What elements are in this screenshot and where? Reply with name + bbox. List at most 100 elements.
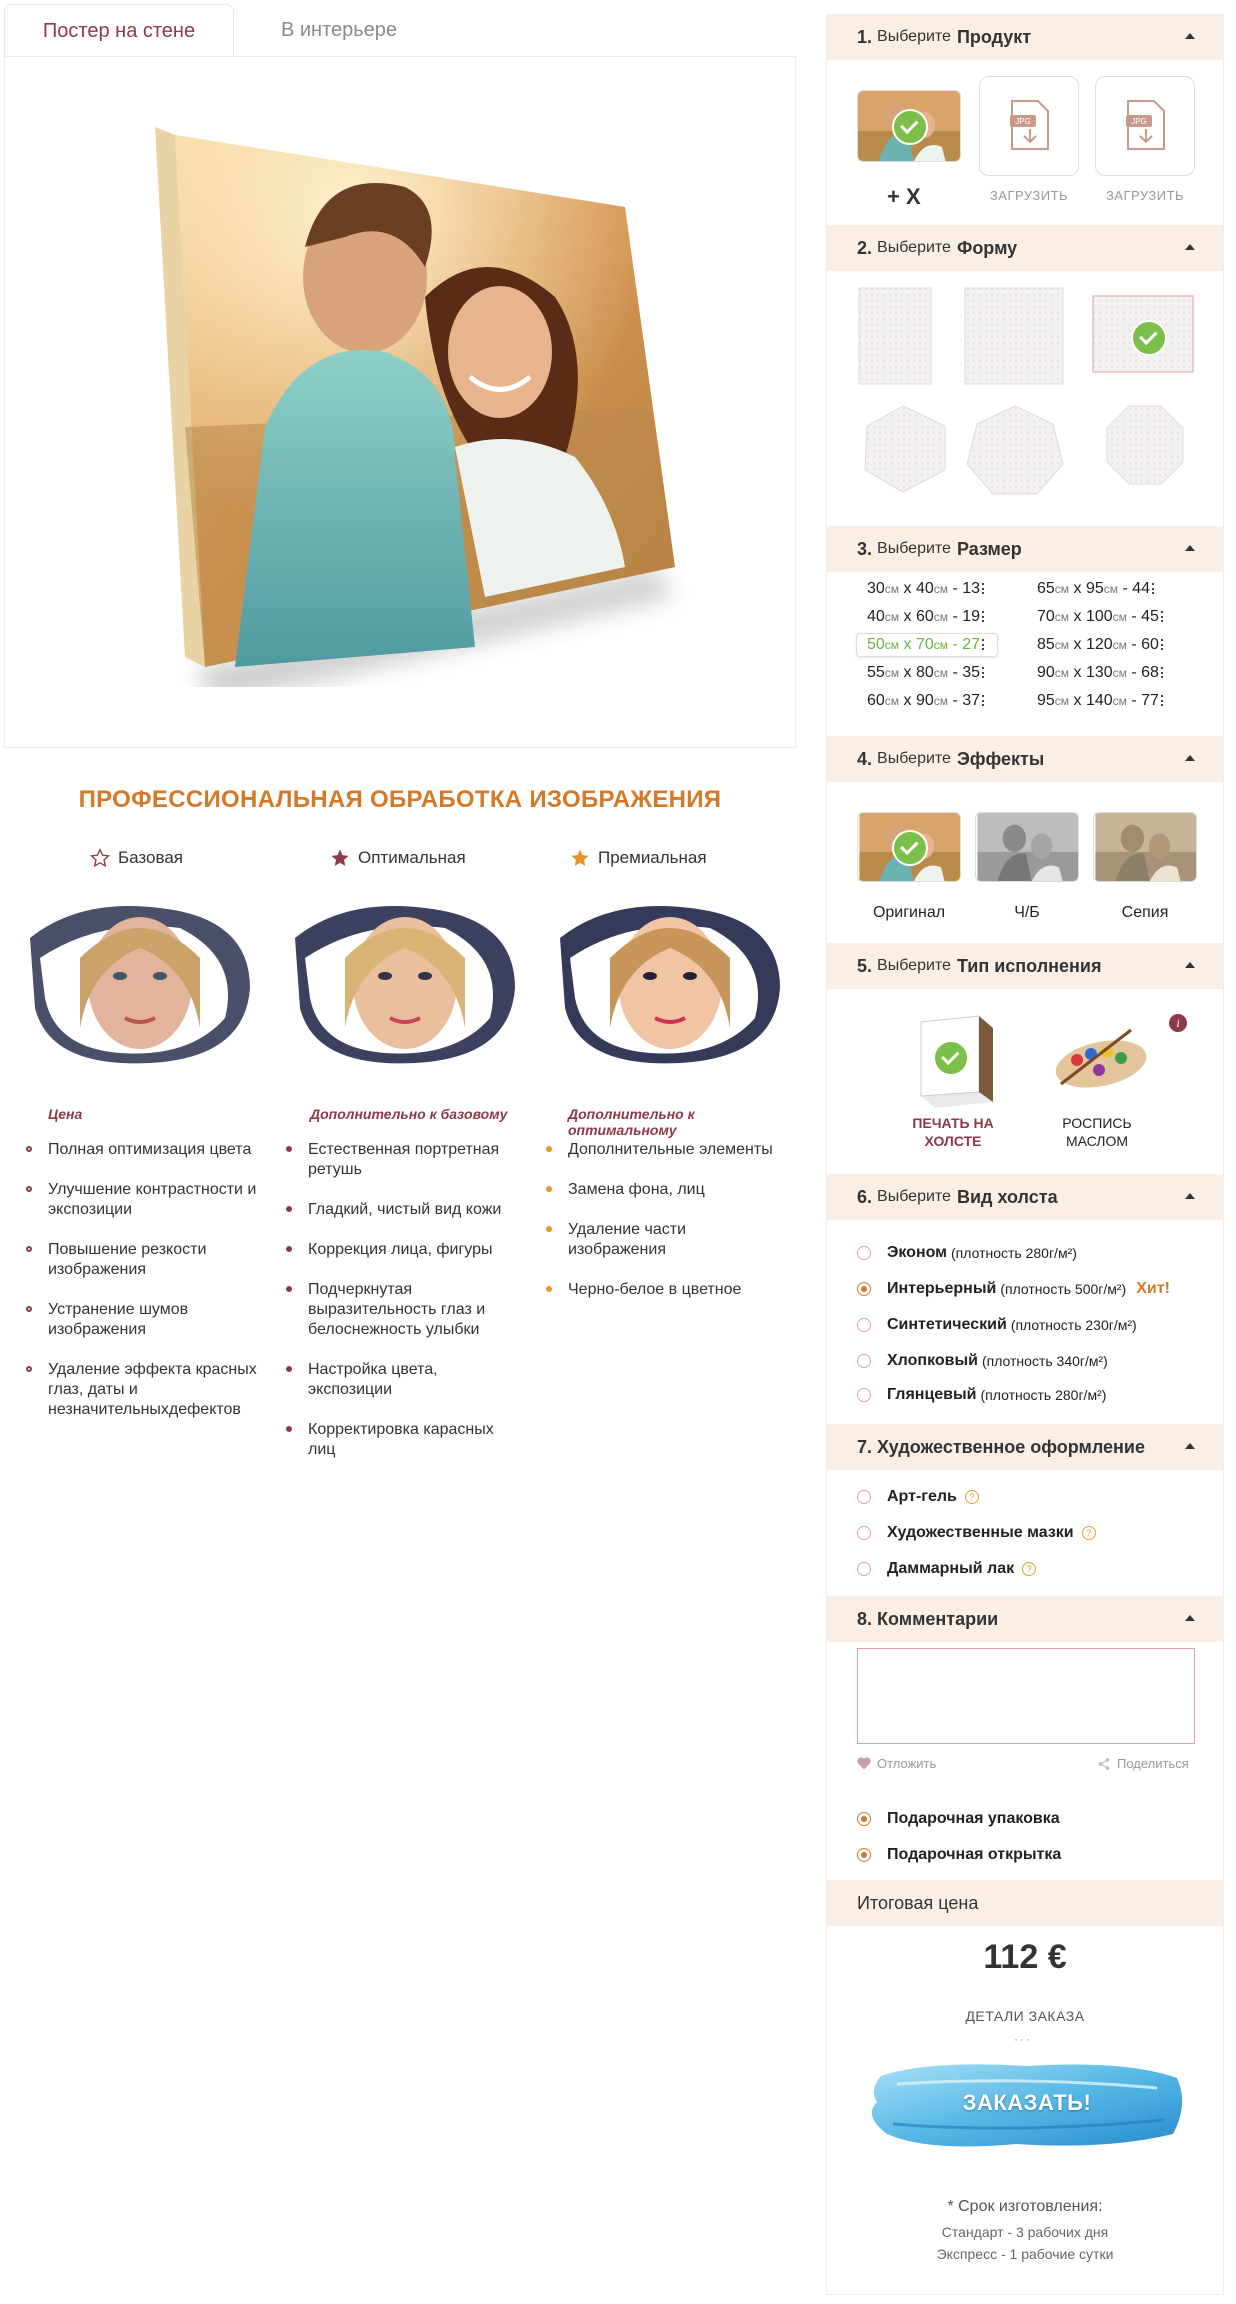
order-button[interactable]: ЗАКАЗАТЬ!: [867, 2054, 1187, 2154]
gift-card-option[interactable]: Подарочная открытка: [857, 1846, 1061, 1864]
canvas-option-interior[interactable]: Интерьерный (плотность 500г/м²) Хит!: [857, 1280, 1170, 1298]
size-option[interactable]: 50см x 70см - 27: [856, 633, 999, 657]
type-oil-painting-label[interactable]: РОСПИСЬ МАСЛОМ: [1037, 1114, 1157, 1150]
section-title: Эффекты: [956, 748, 1045, 769]
radio-button-selected[interactable]: [857, 1812, 871, 1826]
size-part: см: [1112, 610, 1127, 624]
radio-button[interactable]: [857, 1318, 871, 1332]
size-part: см: [1054, 610, 1070, 624]
size-option[interactable]: 40см x 60см - 19: [867, 608, 987, 626]
collapse-caret-icon[interactable]: [1185, 755, 1195, 761]
share-link[interactable]: Поделиться: [1097, 1756, 1189, 1771]
selected-check-icon: [933, 1040, 969, 1076]
section-comments-header[interactable]: 8. Комментарии: [827, 1596, 1223, 1642]
face-premium-image: [560, 906, 780, 1064]
section-number: 1.: [857, 26, 873, 47]
size-option[interactable]: 60см x 90см - 37: [867, 692, 987, 710]
radio-button[interactable]: [857, 1388, 871, 1402]
comment-textarea[interactable]: [857, 1648, 1195, 1744]
help-icon[interactable]: ?: [1081, 1526, 1096, 1540]
section-prefix: Выберите: [877, 239, 951, 256]
oil-palette-icon[interactable]: [1051, 1024, 1151, 1094]
canvas-option-glossy[interactable]: Глянцевый (плотность 280г/м²): [857, 1386, 1106, 1404]
size-part: -: [1131, 636, 1137, 653]
type-canvas-print-label[interactable]: ПЕЧАТЬ НА ХОЛСТЕ: [883, 1114, 1023, 1150]
collapse-caret-icon[interactable]: [1185, 1615, 1195, 1621]
radio-button[interactable]: [857, 1562, 871, 1576]
radio-button[interactable]: [857, 1354, 871, 1368]
size-part: см: [1054, 582, 1070, 596]
list-item: Удаление эффекта красных глаз, даты и не…: [20, 1360, 260, 1420]
size-part: -: [952, 608, 958, 625]
effect-bw-thumb[interactable]: [975, 812, 1079, 882]
selected-check-icon: [892, 830, 928, 866]
section-artistic-header[interactable]: 7. Художественное оформление: [827, 1424, 1223, 1470]
radio-button[interactable]: [857, 1526, 871, 1540]
section-size-header[interactable]: 3. Выберите Размер: [827, 526, 1223, 572]
price-drop-icon: [1152, 583, 1157, 594]
artistic-option-varnish[interactable]: Даммарный лак ?: [857, 1560, 1037, 1578]
collapse-caret-icon[interactable]: [1185, 545, 1195, 551]
size-option[interactable]: 70см x 100см - 45: [1037, 608, 1166, 626]
size-option[interactable]: 30см x 40см - 13: [867, 580, 987, 598]
option-note: (плотность 280г/м²): [951, 1245, 1077, 1261]
section-product-header[interactable]: 1. Выберите Продукт: [827, 14, 1223, 60]
tab-poster[interactable]: Постер на стене: [4, 4, 234, 57]
section-canvas-header[interactable]: 6. Выберите Вид холста: [827, 1174, 1223, 1220]
option-name: Хлопковый: [887, 1352, 978, 1369]
collapse-caret-icon[interactable]: [1185, 1443, 1195, 1449]
help-icon[interactable]: ?: [964, 1490, 979, 1504]
section-type-header[interactable]: 5. Выберите Тип исполнения: [827, 943, 1223, 989]
product-thumb-selected[interactable]: [857, 90, 961, 162]
canvas-option-synthetic[interactable]: Синтетический (плотность 230г/м²): [857, 1316, 1137, 1334]
effect-original-thumb[interactable]: [857, 812, 961, 882]
list-item: Настройка цвета, экспозиции: [280, 1360, 520, 1400]
list-item: Улучшение контрастности и экспозиции: [20, 1180, 260, 1220]
price-drop-icon: [982, 583, 987, 594]
info-icon[interactable]: i: [1169, 1014, 1187, 1032]
upload-slot-1[interactable]: JPG: [979, 76, 1079, 176]
radio-button[interactable]: [857, 1246, 871, 1260]
price-drop-icon: [982, 667, 987, 678]
size-option[interactable]: 85см x 120см - 60: [1037, 636, 1166, 654]
radio-button-selected[interactable]: [857, 1282, 871, 1296]
size-option[interactable]: 95см x 140см - 77: [1037, 692, 1166, 710]
share-label: Поделиться: [1117, 1756, 1189, 1771]
upload-label-2[interactable]: ЗАГРУЗИТЬ: [1095, 188, 1195, 203]
size-option[interactable]: 65см x 95см - 44: [1037, 580, 1157, 598]
size-option[interactable]: 90см x 130см - 68: [1037, 664, 1166, 682]
upload-slot-2[interactable]: JPG: [1095, 76, 1195, 176]
size-part: 100: [1085, 608, 1113, 625]
canvas-option-cotton[interactable]: Хлопковый (плотность 340г/м²): [857, 1352, 1108, 1370]
section-effects-header[interactable]: 4. Выберите Эффекты: [827, 736, 1223, 782]
canvas-option-economy[interactable]: Эконом (плотность 280г/м²): [857, 1244, 1077, 1262]
artistic-option-artgel[interactable]: Арт-гель ?: [857, 1488, 979, 1506]
size-part: 65: [1037, 580, 1055, 597]
effect-sepia-thumb[interactable]: [1093, 812, 1197, 882]
radio-button-selected[interactable]: [857, 1848, 871, 1862]
size-part: 80: [915, 664, 934, 681]
tab-interior[interactable]: В интерьере: [244, 4, 434, 56]
size-part: 90: [915, 692, 934, 709]
list-item: Коррекция лица, фигуры: [280, 1240, 520, 1260]
tier-basic[interactable]: Базовая: [90, 848, 183, 868]
artistic-option-strokes[interactable]: Художественные мазки ?: [857, 1524, 1096, 1542]
section-prefix: Выберите: [877, 750, 951, 767]
order-details-link[interactable]: ДЕТАЛИ ЗАКАЗА: [827, 2008, 1223, 2024]
help-icon[interactable]: ?: [1022, 1562, 1037, 1576]
collapse-caret-icon[interactable]: [1185, 33, 1195, 39]
section-shape-header[interactable]: 2. Выберите Форму: [827, 225, 1223, 271]
radio-button[interactable]: [857, 1490, 871, 1504]
tier-premium[interactable]: Премиальная: [570, 848, 707, 868]
tier-basic-label: Базовая: [118, 848, 183, 867]
collapse-caret-icon[interactable]: [1185, 244, 1195, 250]
collapse-caret-icon[interactable]: [1185, 962, 1195, 968]
size-option[interactable]: 55см x 80см - 35: [867, 664, 987, 682]
postpone-link[interactable]: Отложить: [857, 1756, 936, 1771]
size-part: 19: [962, 608, 981, 625]
gift-pack-option[interactable]: Подарочная упаковка: [857, 1810, 1060, 1828]
canvas-preview: [4, 56, 796, 748]
upload-label-1[interactable]: ЗАГРУЗИТЬ: [979, 188, 1079, 203]
tier-optimal[interactable]: Оптимальная: [330, 848, 466, 868]
collapse-caret-icon[interactable]: [1185, 1193, 1195, 1199]
